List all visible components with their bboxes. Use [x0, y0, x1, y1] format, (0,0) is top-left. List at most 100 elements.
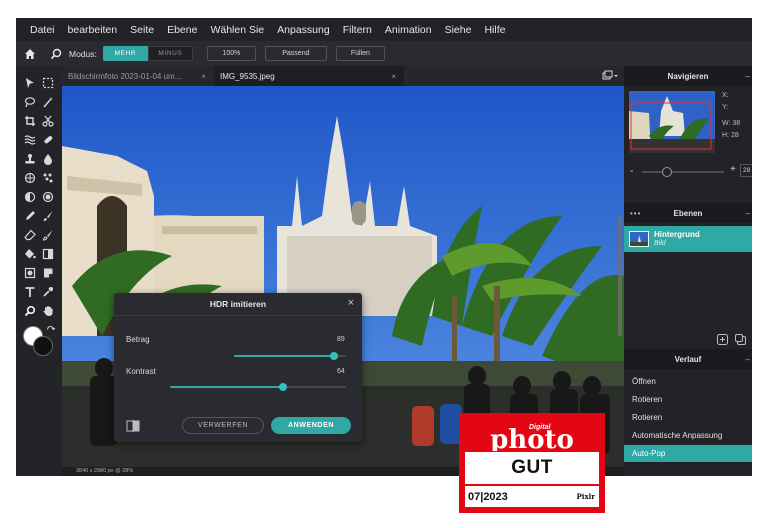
- add-layer-icon[interactable]: [717, 332, 728, 345]
- fill-button[interactable]: Füllen: [335, 46, 385, 61]
- menu-help[interactable]: Hilfe: [484, 24, 505, 36]
- collapse-icon[interactable]: –: [746, 72, 750, 81]
- window-arrange-icon[interactable]: [602, 70, 618, 82]
- arrange-tool-icon[interactable]: [23, 76, 37, 90]
- menu-page[interactable]: Seite: [130, 24, 154, 36]
- shape-tool-icon[interactable]: [23, 266, 37, 280]
- amount-slider-knob[interactable]: [329, 352, 338, 360]
- cutout-tool-icon[interactable]: [41, 114, 55, 128]
- navigator-y-label: Y:: [722, 104, 729, 111]
- image-canvas[interactable]: HDR imitieren × Betrag 89 Kontrast 64 VE…: [62, 86, 624, 467]
- apply-button[interactable]: ANWENDEN: [271, 417, 351, 434]
- navigator-zoom-knob[interactable]: [661, 167, 672, 177]
- contrast-slider-knob[interactable]: [278, 383, 287, 391]
- history-item[interactable]: Rotieren: [624, 409, 752, 426]
- layer-type: Bild: [654, 240, 666, 247]
- magazine-logo: Digital photo: [465, 419, 599, 452]
- collapse-icon[interactable]: –: [746, 209, 750, 218]
- navigator-x-label: X:: [722, 92, 729, 99]
- navigator-zoom-slider[interactable]: [642, 167, 724, 177]
- badge-footer: 07|2023 Pixlr: [465, 486, 599, 507]
- contrast-slider[interactable]: [170, 383, 346, 391]
- magazine-name: photo: [490, 425, 574, 451]
- history-item[interactable]: Öffnen: [624, 373, 752, 390]
- amount-value: 89: [337, 336, 345, 343]
- sponge-tool-icon[interactable]: [23, 171, 37, 185]
- amount-slider-fill: [234, 355, 334, 357]
- secondary-color-swatch[interactable]: [33, 336, 53, 356]
- scatter-tool-icon[interactable]: [41, 171, 55, 185]
- amount-slider[interactable]: [234, 352, 346, 360]
- discard-button[interactable]: VERWERFEN: [182, 417, 264, 434]
- heal-tool-icon[interactable]: [41, 133, 55, 147]
- navigator-thumbnail[interactable]: [629, 91, 715, 153]
- drop-tool-icon[interactable]: [41, 152, 55, 166]
- navigator-title: Navigieren: [667, 71, 709, 81]
- zoom-in-icon[interactable]: +: [730, 164, 736, 175]
- crop-tool-icon[interactable]: [23, 114, 37, 128]
- burn-tool-icon[interactable]: [41, 190, 55, 204]
- menu-layer[interactable]: Ebene: [167, 24, 197, 36]
- history-header: Verlauf –: [624, 349, 752, 369]
- navigator-zoom-field[interactable]: 28: [740, 164, 752, 177]
- lasso-tool-icon[interactable]: [23, 95, 37, 109]
- home-icon[interactable]: [23, 47, 37, 61]
- gradient-tool-icon[interactable]: [41, 247, 55, 261]
- pencil-tool-icon[interactable]: [23, 209, 37, 223]
- eyedropper-icon[interactable]: [41, 285, 55, 299]
- zoom-tool-active-icon[interactable]: [23, 304, 37, 318]
- layers-menu-icon[interactable]: •••: [630, 209, 641, 218]
- menu-view[interactable]: Siehe: [445, 24, 472, 36]
- tab-screenshot[interactable]: Bildschirmfoto 2023-01-04 um... ×: [62, 66, 214, 86]
- zoom-out-icon[interactable]: -: [630, 166, 633, 177]
- compare-icon[interactable]: [126, 419, 140, 432]
- navigator-h-value: 28: [730, 132, 739, 139]
- tab-close-icon[interactable]: ×: [201, 72, 206, 81]
- menu-filter[interactable]: Filtern: [343, 24, 372, 36]
- menu-select[interactable]: Wählen Sie: [210, 24, 264, 36]
- collapse-icon[interactable]: –: [746, 355, 750, 364]
- history-title: Verlauf: [674, 354, 702, 364]
- liquify-tool-icon[interactable]: [23, 133, 37, 147]
- magic-wand-icon[interactable]: [41, 95, 55, 109]
- menu-adjustment[interactable]: Anpassung: [277, 24, 330, 36]
- history-item[interactable]: Rotieren: [624, 391, 752, 408]
- hand-tool-icon[interactable]: [41, 304, 55, 318]
- tab-close-icon[interactable]: ×: [391, 72, 396, 81]
- duplicate-layer-icon[interactable]: [735, 332, 746, 345]
- fit-button[interactable]: Passend: [264, 46, 327, 61]
- right-panel: Navigieren – X: Y: W: 38 H: 28 - + 28 ••…: [624, 66, 752, 476]
- eraser-tool-icon[interactable]: [23, 228, 37, 242]
- fill-tool-icon[interactable]: [23, 247, 37, 261]
- tool-palette: [16, 66, 62, 476]
- dialog-close-icon[interactable]: ×: [348, 297, 354, 309]
- marquee-tool-icon[interactable]: [41, 76, 55, 90]
- document-tabs: Bildschirmfoto 2023-01-04 um... × IMG_95…: [62, 66, 624, 86]
- navigator-w-value: 38: [732, 120, 741, 127]
- tab-label: IMG_9535.jpeg: [220, 71, 275, 81]
- sticker-tool-icon[interactable]: [41, 266, 55, 280]
- history-item-active[interactable]: Auto-Pop: [624, 445, 752, 462]
- history-item[interactable]: Automatische Anpassung: [624, 427, 752, 444]
- color-replace-icon[interactable]: [41, 228, 55, 242]
- swap-colors-icon[interactable]: [45, 324, 55, 334]
- menu-animation[interactable]: Animation: [385, 24, 432, 36]
- brush-tool-icon[interactable]: [41, 209, 55, 223]
- navigator-w-label: W:: [722, 120, 731, 127]
- contrast-slider-fill: [170, 386, 283, 388]
- mode-toggle: MEHR MINUS: [102, 46, 193, 61]
- mode-less-button[interactable]: MINUS: [147, 46, 193, 61]
- hdr-dialog: HDR imitieren × Betrag 89 Kontrast 64 VE…: [114, 293, 362, 442]
- options-toolbar: Modus: MEHR MINUS 100% Passend Füllen: [16, 41, 752, 66]
- menu-file[interactable]: Datei: [30, 24, 55, 36]
- zoom-100-button[interactable]: 100%: [206, 46, 256, 61]
- text-tool-icon[interactable]: [23, 285, 37, 299]
- contrast-value: 64: [337, 368, 345, 375]
- menu-edit[interactable]: bearbeiten: [68, 24, 118, 36]
- tab-img-9535[interactable]: IMG_9535.jpeg ×: [214, 66, 404, 86]
- mode-more-button[interactable]: MEHR: [102, 46, 148, 61]
- clone-stamp-icon[interactable]: [23, 152, 37, 166]
- app-window: Datei bearbeiten Seite Ebene Wählen Sie …: [16, 18, 752, 476]
- layer-row[interactable]: Hintergrund Bild: [624, 226, 752, 252]
- dodge-tool-icon[interactable]: [23, 190, 37, 204]
